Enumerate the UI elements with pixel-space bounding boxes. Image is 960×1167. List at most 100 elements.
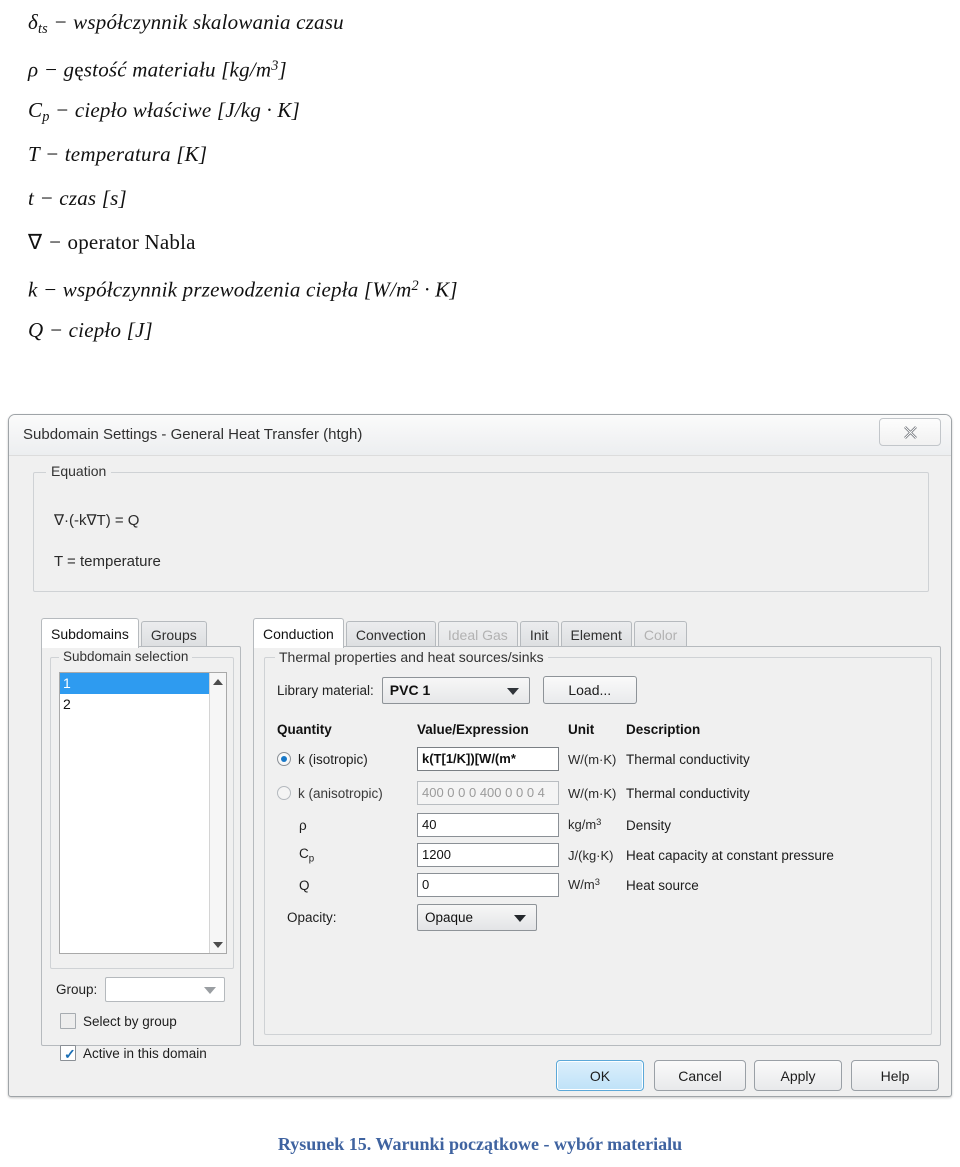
opacity-label: Opacity: [287,909,337,925]
equation-groupbox: Equation ∇·(-k∇T) = Q T = temperature [33,463,929,592]
table-row: Cp 1200 J/(kg·K) Heat capacity at consta… [277,840,925,870]
quantity-cell-k-isotropic: k (isotropic) [277,752,417,767]
cancel-button[interactable]: Cancel [654,1060,746,1091]
radio-k-anisotropic[interactable] [277,786,291,800]
thermal-properties-table: Quantity Value/Expression Unit Descripti… [277,716,925,934]
unit-cell-rho: kg/m3 [564,817,626,832]
quantity-cell-q: Q [277,878,417,893]
nomenclature-item-k-conductivity: k − współczynnik przewodzenia ciepła [W/… [28,277,458,302]
group-row: Group: [56,977,226,1002]
unit-label: J/(kg·K) [568,847,614,863]
description-cell-cp: Heat capacity at constant pressure [626,847,834,863]
column-header-quantity: Quantity [277,721,332,737]
table-row: k (anisotropic) 400 0 0 0 400 0 0 0 4 W/… [277,776,925,810]
library-material-row: Library material: PVC 1 Load... [277,676,637,704]
unit-cell-cp: J/(kg·K) [564,848,626,863]
list-item[interactable]: 1 [60,673,209,694]
tab-groups[interactable]: Groups [140,621,207,648]
unit-cell-k-anisotropic: W/(m·K) [564,786,626,801]
opacity-dropdown-value: Opaque [425,909,474,925]
quantity-label: ρ [299,817,307,833]
unit-label: W/(m·K) [568,785,617,801]
description-cell-q: Heat source [626,877,699,893]
close-icon[interactable] [879,418,941,446]
dialog-titlebar: Subdomain Settings - General Heat Transf… [9,415,951,456]
value-input-cp[interactable]: 1200 [417,843,559,867]
apply-button[interactable]: Apply [754,1060,842,1091]
conduction-panel: Thermal properties and heat sources/sink… [253,646,941,1046]
equation-line-1: ∇·(-k∇T) = Q [54,512,140,529]
column-header-description: Description [626,721,701,737]
description-cell-k-anisotropic: Thermal conductivity [626,785,750,801]
equation-line-2: T = temperature [54,553,161,570]
quantity-label: Q [299,877,310,893]
subdomain-settings-dialog: Subdomain Settings - General Heat Transf… [8,414,952,1097]
subdomains-panel: Subdomain selection 1 2 Group: Select by… [41,646,241,1062]
nomenclature-item-nabla: ∇ − operator Nabla [28,230,196,254]
table-header-row: Quantity Value/Expression Unit Descripti… [277,716,925,742]
tab-color: Color [633,621,688,648]
group-dropdown[interactable] [105,977,226,1002]
value-input-q[interactable]: 0 [417,873,559,897]
quantity-subscript: p [308,853,315,865]
help-button[interactable]: Help [851,1060,939,1091]
load-button[interactable]: Load... [542,676,637,704]
tab-element[interactable]: Element [560,621,632,648]
value-cell-rho: 40 [417,813,564,837]
tab-init[interactable]: Init [519,621,559,648]
thermal-properties-groupbox: Thermal properties and heat sources/sink… [264,649,932,1035]
checkbox-icon [60,1013,76,1029]
table-row: k (isotropic) k(T[1/K])[W/(m* W/(m·K) Th… [277,742,925,776]
unit-superscript: 3 [594,877,600,888]
right-tabstrip: Conduction Convection Ideal Gas Init Ele… [253,618,689,648]
description-cell-k-isotropic: Thermal conductivity [626,751,750,767]
chevron-down-icon [506,687,519,695]
value-cell-q: 0 [417,873,564,897]
library-material-label: Library material: [277,682,374,698]
quantity-label: Cp [299,845,315,865]
chevron-down-icon [514,914,526,922]
value-cell-k-anisotropic: 400 0 0 0 400 0 0 0 4 [417,781,564,805]
subdomain-listbox[interactable]: 1 2 [59,672,227,954]
nomenclature-item-heat: Q − ciepło [J] [28,318,153,342]
quantity-label: k (anisotropic) [298,785,383,801]
value-input-k-anisotropic[interactable]: 400 0 0 0 400 0 0 0 4 [417,781,559,805]
library-material-value: PVC 1 [389,682,431,698]
opacity-dropdown[interactable]: Opaque [417,903,537,931]
library-material-dropdown[interactable]: PVC 1 [381,676,530,704]
quantity-label: k (isotropic) [298,751,368,767]
subdomain-selection-legend: Subdomain selection [59,649,193,664]
quantity-cell-cp: Cp [277,846,417,864]
nomenclature-item-delta-ts: δts − współczynnik skalowania czasu [28,10,344,37]
dialog-title: Subdomain Settings - General Heat Transf… [23,426,363,443]
tab-conduction[interactable]: Conduction [253,618,344,648]
quantity-cell-rho: ρ [277,818,417,833]
tab-convection[interactable]: Convection [345,621,436,648]
column-header-unit: Unit [568,721,595,737]
value-input-rho[interactable]: 40 [417,813,559,837]
scroll-down-icon[interactable] [210,936,226,953]
description-cell-rho: Density [626,817,672,833]
table-row: Q 0 W/m3 Heat source [277,870,925,900]
nomenclature-list: δts − współczynnik skalowania czasu ρ − … [0,0,960,395]
unit-label: W/(m·K) [568,751,617,767]
dialog-body: Equation ∇·(-k∇T) = Q T = temperature Su… [9,456,953,1098]
list-item[interactable]: 2 [60,694,209,715]
checkbox-select-by-group-label: Select by group [83,1013,177,1029]
tab-subdomains[interactable]: Subdomains [41,618,139,648]
nomenclature-item-temperature: T − temperatura [K] [28,142,208,166]
table-row: ρ 40 kg/m3 Density [277,810,925,840]
subdomain-selection-groupbox: Subdomain selection 1 2 [50,649,234,969]
unit-label: W/m [568,877,595,893]
subdomain-list-scrollbar[interactable] [209,673,226,953]
scroll-up-icon[interactable] [210,673,226,690]
checkbox-select-by-group[interactable]: Select by group [60,1013,177,1029]
subdomain-list-items: 1 2 [60,673,209,953]
quantity-cell-k-anisotropic: k (anisotropic) [277,786,417,801]
unit-superscript: 3 [596,817,602,828]
tab-ideal-gas: Ideal Gas [437,621,518,648]
radio-k-isotropic[interactable] [277,752,291,766]
value-input-k-isotropic[interactable]: k(T[1/K])[W/(m* [417,747,559,771]
chevron-down-icon [204,987,217,994]
ok-button[interactable]: OK [556,1060,644,1091]
